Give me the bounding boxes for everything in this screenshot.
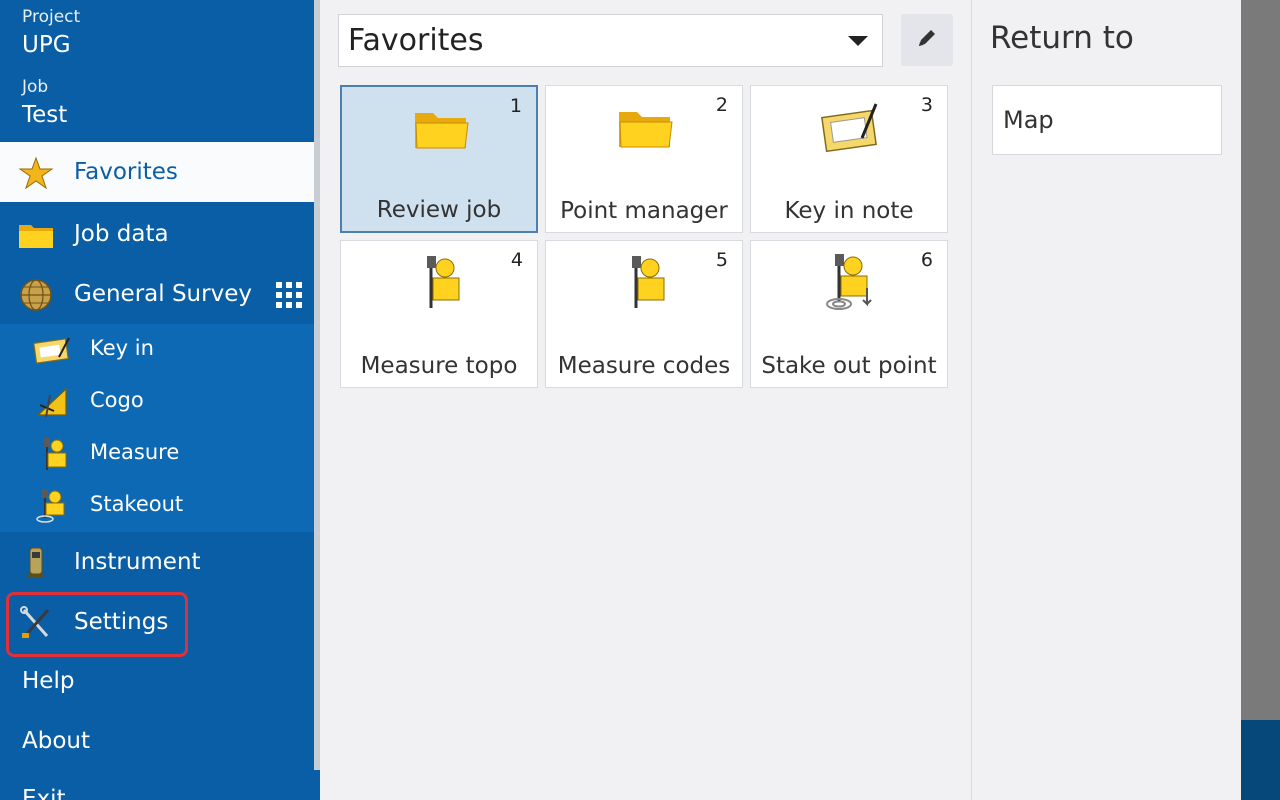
tile-label: Stake out point: [761, 353, 937, 379]
job-value[interactable]: Test: [22, 102, 67, 128]
sidebar-item-general-survey[interactable]: General Survey: [0, 264, 314, 324]
chevron-down-icon: [848, 36, 868, 46]
return-to-title: Return to: [990, 20, 1134, 56]
keyin-icon: [32, 332, 72, 368]
tile-number: 1: [509, 95, 522, 117]
map-canvas: [1241, 0, 1280, 720]
instrument-icon: [18, 546, 54, 580]
tile-number: 4: [510, 249, 523, 271]
keyin-note-icon: [819, 96, 881, 158]
favorite-tile-stake-out-point[interactable]: 6 Stake out point: [750, 240, 948, 388]
sidebar-subitem-key-in[interactable]: Key in: [0, 324, 314, 376]
sidebar-item-help[interactable]: Help: [22, 668, 74, 694]
favorite-tile-point-manager[interactable]: 2 Point manager: [545, 85, 743, 233]
sidebar-item-job-data[interactable]: Job data: [0, 204, 314, 264]
tile-label: Measure codes: [557, 353, 731, 379]
tile-label: Point manager: [560, 198, 728, 224]
sidebar-subitem-measure[interactable]: Measure: [0, 428, 314, 480]
pencil-icon: [916, 27, 938, 53]
folder-icon: [614, 96, 676, 158]
sidebar-subitem-stakeout[interactable]: Stakeout: [0, 480, 314, 532]
surveyor-icon: [614, 251, 676, 313]
sidebar-item-label: Stakeout: [90, 492, 184, 516]
measure-icon: [32, 436, 72, 472]
settings-highlight-box: [6, 592, 188, 657]
stakeout-surveyor-icon: [819, 251, 881, 313]
cogo-icon: [32, 384, 72, 420]
sidebar-item-favorites[interactable]: Favorites: [0, 142, 314, 202]
edit-favorites-button[interactable]: [901, 14, 953, 66]
sidebar-item-label: Measure: [90, 440, 180, 464]
star-icon: [18, 156, 54, 190]
apps-grid-icon[interactable]: [276, 282, 302, 308]
globe-icon: [18, 278, 54, 312]
favorites-panel: Favorites 1 Review job 2 Point manager 3…: [320, 0, 971, 800]
tile-number: 6: [920, 249, 933, 271]
sidebar-item-exit[interactable]: Exit: [22, 786, 66, 800]
background-map-view: [1241, 0, 1280, 800]
favorite-tile-measure-codes[interactable]: 5 Measure codes: [545, 240, 743, 388]
sidebar-item-label: Cogo: [90, 388, 144, 412]
tile-number: 3: [920, 94, 933, 116]
sidebar-item-label: Favorites: [74, 159, 178, 185]
job-label: Job: [22, 77, 49, 97]
dropdown-value: Favorites: [348, 23, 484, 58]
sidebar-item-instrument[interactable]: Instrument: [0, 532, 314, 592]
project-label: Project: [22, 7, 81, 27]
favorite-tile-measure-topo[interactable]: 4 Measure topo: [340, 240, 538, 388]
project-value[interactable]: UPG: [22, 32, 71, 58]
tile-number: 5: [715, 249, 728, 271]
return-to-panel: Return to Map: [971, 0, 1242, 800]
map-bottom-bar: [1241, 720, 1280, 800]
folder-icon: [410, 97, 472, 159]
favorite-tile-review-job[interactable]: 1 Review job: [340, 85, 538, 233]
tile-label: Measure topo: [360, 353, 518, 379]
sidebar-item-about[interactable]: About: [22, 728, 90, 754]
tile-label: Review job: [376, 197, 502, 223]
return-to-item-label: Map: [1003, 106, 1054, 134]
sidebar-menu: Project UPG Job Test Favorites Job data …: [0, 0, 320, 800]
favorite-tile-key-in-note[interactable]: 3 Key in note: [750, 85, 948, 233]
stakeout-icon: [32, 488, 72, 524]
sidebar-item-label: General Survey: [74, 281, 252, 307]
folder-icon: [18, 218, 54, 252]
sidebar-subitem-cogo[interactable]: Cogo: [0, 376, 314, 428]
sidebar-item-label: Key in: [90, 336, 154, 360]
surveyor-icon: [409, 251, 471, 313]
sidebar-item-label: Job data: [74, 221, 169, 247]
general-survey-submenu: Key in Cogo Measure Stakeout: [0, 324, 314, 532]
tile-label: Key in note: [784, 198, 914, 224]
favorites-dropdown[interactable]: Favorites: [338, 14, 883, 67]
return-to-item-map[interactable]: Map: [992, 85, 1222, 155]
sidebar-item-label: Instrument: [74, 549, 201, 575]
tile-number: 2: [715, 94, 728, 116]
